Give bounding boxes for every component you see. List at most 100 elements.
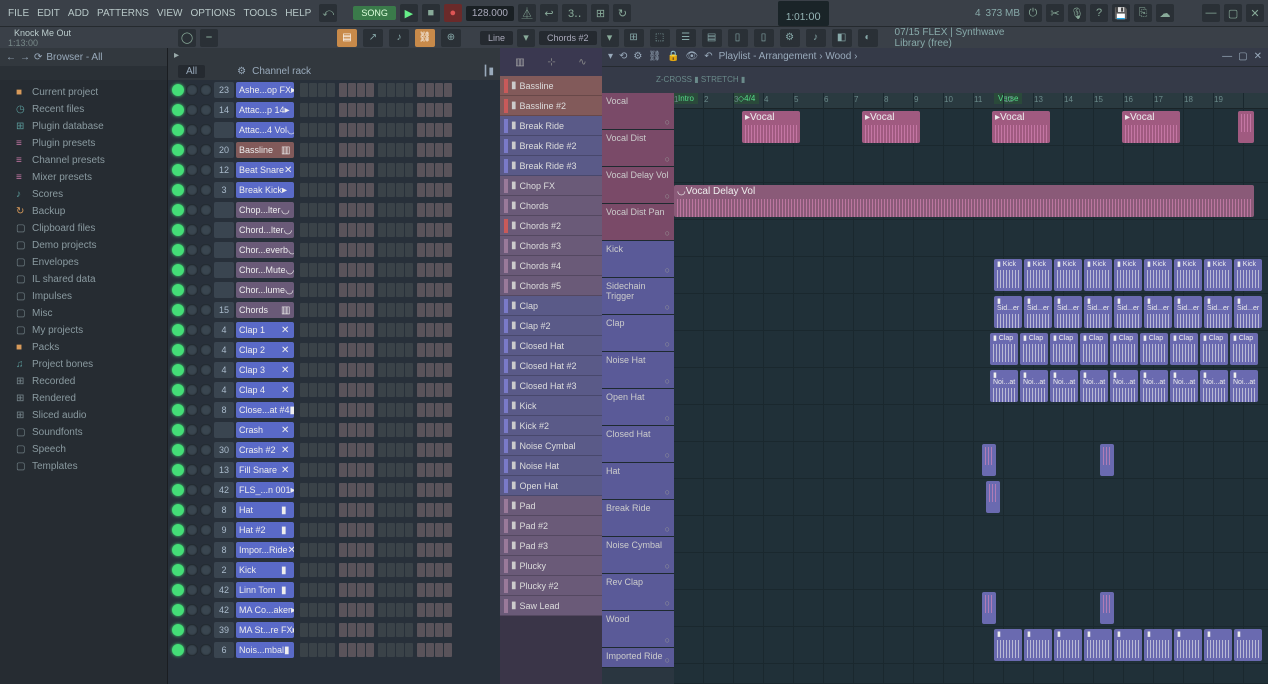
playlist-clip[interactable] bbox=[1100, 444, 1114, 476]
channel-pan-knob[interactable] bbox=[186, 644, 198, 656]
undo-icon[interactable]: ⤺ bbox=[319, 4, 337, 22]
playlist-clip[interactable]: ▮ Sid...er bbox=[1054, 296, 1082, 328]
playlist-clip[interactable]: ▮ Clap bbox=[1140, 333, 1168, 365]
maximize-icon[interactable]: ▢ bbox=[1224, 4, 1242, 22]
channel-vol-knob[interactable] bbox=[200, 424, 212, 436]
channel-pan-knob[interactable] bbox=[186, 424, 198, 436]
channel-row[interactable]: 30Crash #2✕ bbox=[168, 440, 500, 460]
track-header[interactable]: Vocal Dist Pan○ bbox=[602, 204, 674, 241]
menu-file[interactable]: FILE bbox=[8, 8, 29, 19]
view-mixer-icon[interactable]: ⛓ bbox=[415, 29, 435, 47]
channel-row[interactable]: 14Attac...p 14▸ bbox=[168, 100, 500, 120]
channel-pan-knob[interactable] bbox=[186, 184, 198, 196]
playlist-clip[interactable]: ▮ Noi...at bbox=[1170, 370, 1198, 402]
channel-pan-knob[interactable] bbox=[186, 284, 198, 296]
help-icon[interactable]: ? bbox=[1090, 4, 1108, 22]
step-sequencer[interactable] bbox=[300, 123, 455, 137]
track-mute-icon[interactable]: ○ bbox=[665, 117, 670, 127]
tb-tool-6[interactable]: ▯ bbox=[754, 29, 774, 47]
menu-add[interactable]: ADD bbox=[68, 8, 89, 19]
pattern-item[interactable]: ▮Saw Lead bbox=[500, 596, 602, 616]
channel-mute-led[interactable] bbox=[172, 84, 184, 96]
playlist-clip[interactable]: ▮ Noi...at bbox=[990, 370, 1018, 402]
pattern-item[interactable]: ▮Break Ride #3 bbox=[500, 156, 602, 176]
track-lane[interactable]: ◡Vocal Delay Vol bbox=[674, 183, 1268, 220]
pattern-item[interactable]: ▮Break Ride bbox=[500, 116, 602, 136]
channel-name[interactable]: Attac...4 Vol◡ bbox=[236, 122, 294, 138]
pp-tab-3[interactable]: ∿ bbox=[578, 57, 586, 68]
step-sequencer[interactable] bbox=[300, 303, 455, 317]
channel-vol-knob[interactable] bbox=[200, 464, 212, 476]
channel-mixer-num[interactable] bbox=[214, 202, 234, 218]
channel-name[interactable]: Linn Tom▮ bbox=[236, 582, 294, 598]
channel-vol-knob[interactable] bbox=[200, 324, 212, 336]
channel-row[interactable]: 15Chords▥ bbox=[168, 300, 500, 320]
browser-item[interactable]: ▢Impulses bbox=[0, 288, 167, 305]
track-mute-icon[interactable]: ○ bbox=[665, 487, 670, 497]
browser-item[interactable]: ▢Demo projects bbox=[0, 237, 167, 254]
track-mute-icon[interactable]: ○ bbox=[665, 524, 670, 534]
pp-tab-1[interactable]: ▥ bbox=[515, 57, 524, 68]
step-sequencer[interactable] bbox=[300, 83, 455, 97]
channel-mixer-num[interactable]: 12 bbox=[214, 162, 234, 178]
minimize-icon[interactable]: — bbox=[1202, 4, 1220, 22]
playlist-clip[interactable]: ▮ Sid...er bbox=[1174, 296, 1202, 328]
snap-chevron-icon[interactable]: ▾ bbox=[517, 29, 535, 47]
channel-mixer-num[interactable]: 42 bbox=[214, 482, 234, 498]
channel-pan-knob[interactable] bbox=[186, 504, 198, 516]
channel-mute-led[interactable] bbox=[172, 204, 184, 216]
save-icon[interactable]: 💾 bbox=[1112, 4, 1130, 22]
step-sequencer[interactable] bbox=[300, 363, 455, 377]
channel-mixer-num[interactable]: 42 bbox=[214, 602, 234, 618]
playlist-clip[interactable]: ▮ Clap bbox=[990, 333, 1018, 365]
stop-button[interactable]: ■ bbox=[422, 4, 440, 22]
channel-row[interactable]: Chord...lter◡ bbox=[168, 220, 500, 240]
track-lane[interactable]: ▮ Noi...at▮ Noi...at▮ Noi...at▮ Noi...at… bbox=[674, 368, 1268, 405]
channel-mixer-num[interactable]: 42 bbox=[214, 582, 234, 598]
channel-pan-knob[interactable] bbox=[186, 524, 198, 536]
track-lane[interactable] bbox=[674, 516, 1268, 553]
pattern-item[interactable]: ▮Open Hat bbox=[500, 476, 602, 496]
track-mute-icon[interactable]: ○ bbox=[665, 302, 670, 312]
pattern-item[interactable]: ▮Noise Cymbal bbox=[500, 436, 602, 456]
track-lane[interactable] bbox=[674, 664, 1268, 684]
track-header[interactable]: Vocal Dist○ bbox=[602, 130, 674, 167]
playlist-clip[interactable]: ▮ Kick bbox=[994, 259, 1022, 291]
browser-item[interactable]: ⊞Plugin database bbox=[0, 118, 167, 135]
channel-row[interactable]: 20Bassline▥ bbox=[168, 140, 500, 160]
record-button[interactable]: ● bbox=[444, 4, 462, 22]
pattern-item[interactable]: ▮Chords #2 bbox=[500, 216, 602, 236]
playlist-clip[interactable]: ▸Vocal bbox=[742, 111, 800, 143]
pattern-item[interactable]: ▮Pad #2 bbox=[500, 516, 602, 536]
step-sequencer[interactable] bbox=[300, 263, 455, 277]
pattern-item[interactable]: ▮Closed Hat #3 bbox=[500, 376, 602, 396]
pattern-item[interactable]: ▮Chords #5 bbox=[500, 276, 602, 296]
playlist-clip[interactable]: ▮ bbox=[994, 629, 1022, 661]
pl-max-icon[interactable]: ▢ bbox=[1238, 51, 1247, 62]
snap-select[interactable]: Line bbox=[480, 31, 513, 45]
channel-name[interactable]: Clap 3✕ bbox=[236, 362, 294, 378]
channel-pan-knob[interactable] bbox=[186, 204, 198, 216]
timeline-ruler[interactable]: Intro◇4/4Verse12345678910111213141516171… bbox=[674, 93, 1268, 109]
channel-name[interactable]: MA Co...aker▸ bbox=[236, 602, 294, 618]
pl-back-icon[interactable]: ↶ bbox=[704, 51, 712, 62]
channel-mixer-num[interactable]: 4 bbox=[214, 382, 234, 398]
cr-view-icon[interactable]: ┃▮ bbox=[482, 66, 494, 77]
pattern-item[interactable]: ▮Closed Hat #2 bbox=[500, 356, 602, 376]
channel-row[interactable]: 13Fill Snare✕ bbox=[168, 460, 500, 480]
track-mute-icon[interactable]: ○ bbox=[665, 265, 670, 275]
step-sequencer[interactable] bbox=[300, 383, 455, 397]
step-sequencer[interactable] bbox=[300, 103, 455, 117]
channel-name[interactable]: Nois...mbal▮ bbox=[236, 642, 294, 658]
pl-lock-icon[interactable]: 🔒 bbox=[667, 51, 679, 62]
step-sequencer[interactable] bbox=[300, 223, 455, 237]
browser-item[interactable]: ≡Mixer presets bbox=[0, 169, 167, 186]
channel-name[interactable]: Crash✕ bbox=[236, 422, 294, 438]
track-mute-icon[interactable]: ○ bbox=[665, 413, 670, 423]
channel-mute-led[interactable] bbox=[172, 404, 184, 416]
channel-name[interactable]: Hat #2▮ bbox=[236, 522, 294, 538]
playlist-clip[interactable] bbox=[1238, 111, 1254, 143]
channel-mixer-num[interactable]: 9 bbox=[214, 522, 234, 538]
channel-mute-led[interactable] bbox=[172, 124, 184, 136]
channel-pan-knob[interactable] bbox=[186, 304, 198, 316]
